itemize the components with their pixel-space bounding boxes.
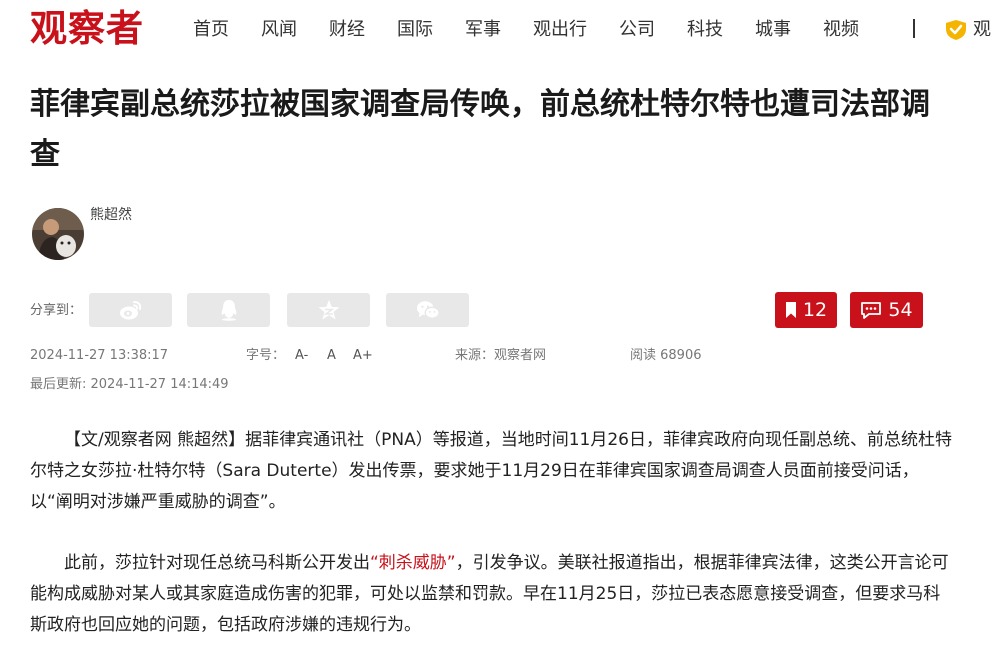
bookmark-count: 12 bbox=[802, 299, 828, 321]
comment-icon bbox=[861, 301, 882, 319]
nav-item-fengwen[interactable]: 风闻 bbox=[261, 17, 297, 43]
comment-button[interactable]: 54 bbox=[850, 292, 923, 328]
nav-item-home[interactable]: 首页 bbox=[193, 17, 229, 43]
article-source: 来源：观察者网 bbox=[455, 348, 547, 363]
qzone-icon bbox=[318, 300, 339, 320]
guan-brand-text[interactable]: 观 bbox=[973, 17, 991, 43]
article-paragraph-2: 此前，莎拉针对现任总统马科斯公开发出“刺杀威胁”，引发争议。美联社报道指出，根据… bbox=[30, 548, 955, 641]
top-nav-bar: 观察者 首页 风闻 财经 国际 军事 观出行 公司 科技 城事 视频 观 bbox=[0, 0, 992, 58]
weibo-icon bbox=[119, 301, 141, 320]
paragraph-2-text-before: 此前，莎拉针对现任总统马科斯公开发出 bbox=[64, 553, 370, 573]
nav-item-video[interactable]: 视频 bbox=[823, 17, 859, 43]
comment-count: 54 bbox=[888, 299, 913, 321]
nav-item-military[interactable]: 军事 bbox=[465, 17, 501, 43]
publish-time: 2024-11-27 13:38:17 bbox=[30, 348, 169, 363]
guan-brand-icon[interactable] bbox=[944, 19, 968, 41]
bookmark-button[interactable]: 12 bbox=[775, 292, 837, 328]
share-label: 分享到： bbox=[30, 303, 83, 318]
author-name[interactable]: 熊超然 bbox=[90, 205, 132, 225]
paragraph-2-quote: “刺杀威胁” bbox=[370, 553, 456, 573]
wechat-icon bbox=[416, 301, 440, 319]
article-paragraph-1: 【文/观察者网 熊超然】据菲律宾通讯社（PNA）等报道，当地时间11月26日，菲… bbox=[30, 430, 952, 512]
font-size-normal-button[interactable]: A bbox=[327, 346, 336, 366]
nav-item-travel[interactable]: 观出行 bbox=[533, 17, 587, 43]
font-size-decrease-button[interactable]: A- bbox=[295, 346, 308, 366]
nav-item-international[interactable]: 国际 bbox=[397, 17, 433, 43]
nav-item-city[interactable]: 城事 bbox=[755, 17, 791, 43]
main-nav: 首页 风闻 财经 国际 军事 观出行 公司 科技 城事 视频 bbox=[193, 17, 891, 43]
nav-item-company[interactable]: 公司 bbox=[619, 17, 655, 43]
qq-icon bbox=[221, 300, 236, 321]
last-updated: 最后更新: 2024-11-27 14:14:49 bbox=[30, 377, 229, 392]
view-count: 阅读 68906 bbox=[630, 348, 702, 363]
share-wechat-button[interactable] bbox=[386, 293, 469, 327]
author-avatar[interactable] bbox=[32, 208, 84, 260]
nav-item-finance[interactable]: 财经 bbox=[329, 17, 365, 43]
site-logo[interactable]: 观察者 bbox=[30, 4, 144, 52]
share-qq-button[interactable] bbox=[187, 293, 270, 327]
nav-divider bbox=[913, 19, 915, 38]
font-size-label: 字号： bbox=[246, 348, 286, 363]
bookmark-icon bbox=[785, 302, 796, 318]
share-qzone-button[interactable] bbox=[287, 293, 370, 327]
article-title: 菲律宾副总统莎拉被国家调查局传唤，前总统杜特尔特也遭司法部调查 bbox=[30, 87, 930, 172]
font-size-increase-button[interactable]: A+ bbox=[353, 346, 373, 366]
nav-item-tech[interactable]: 科技 bbox=[687, 17, 723, 43]
share-weibo-button[interactable] bbox=[89, 293, 172, 327]
